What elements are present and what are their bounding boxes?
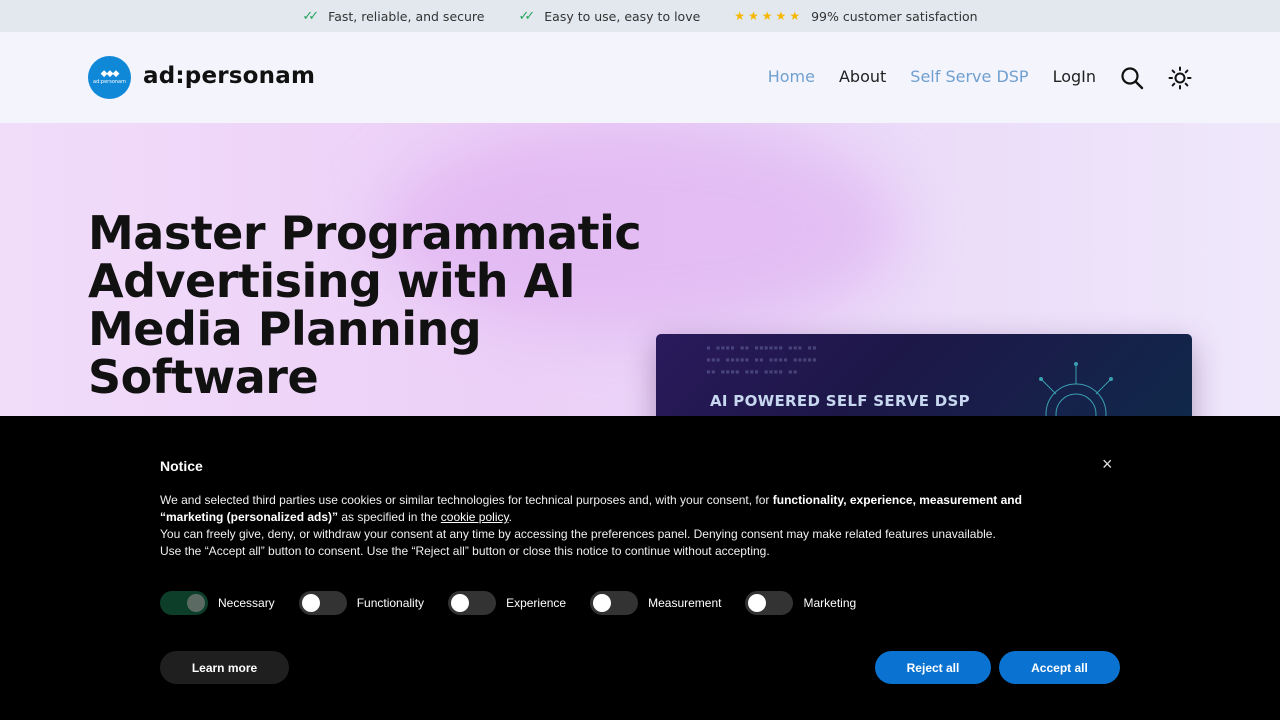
main-nav: Home About Self Serve DSP LogIn xyxy=(768,67,1096,86)
toggle-experience: Experience xyxy=(448,591,566,615)
toggle-switch-experience[interactable] xyxy=(448,591,497,615)
toggle-knob xyxy=(187,594,205,612)
logo-mark-icon: ◆◆◆ xyxy=(100,68,120,79)
toggle-knob xyxy=(451,594,470,612)
toggle-knob xyxy=(301,594,320,612)
learn-more-button[interactable]: Learn more xyxy=(160,651,289,684)
card-code-pattern: ▪ ▪▪▪▪ ▪▪ ▪▪▪▪▪▪ ▪▪▪ ▪▪ ▪▪▪ ▪▪▪▪▪ ▪▪ ▪▪▪▪… xyxy=(706,343,817,376)
benefit-text: 99% customer satisfaction xyxy=(811,8,978,24)
notice-text: . xyxy=(508,510,512,524)
hero-heading: Master Programmatic Advertising with AI … xyxy=(88,206,642,404)
sun-icon[interactable] xyxy=(1167,65,1193,91)
notice-text: as specified in the xyxy=(338,510,441,524)
network-graphic-icon xyxy=(1039,362,1113,416)
search-icon[interactable] xyxy=(1119,65,1145,91)
toggle-knob xyxy=(748,594,767,612)
consent-toggles: Necessary Functionality Experience Measu… xyxy=(160,591,880,615)
nav-login[interactable]: LogIn xyxy=(1053,67,1096,86)
five-stars-icon: ★★★★★ xyxy=(734,9,804,23)
toggle-measurement: Measurement xyxy=(590,591,721,615)
top-benefits-bar: ✓✓ Fast, reliable, and secure ✓✓ Easy to… xyxy=(0,0,1280,32)
benefit-text: Fast, reliable, and secure xyxy=(328,8,485,24)
notice-title: Notice xyxy=(160,458,203,474)
nav-about[interactable]: About xyxy=(839,67,886,86)
logo-text: ad:personam xyxy=(93,78,126,85)
notice-body: We and selected third parties use cookie… xyxy=(160,492,1040,560)
toggle-knob xyxy=(593,594,612,612)
hero-section: Master Programmatic Advertising with AI … xyxy=(0,123,1280,416)
brand-name[interactable]: ad:personam xyxy=(143,63,315,89)
toggle-label: Marketing xyxy=(803,596,857,610)
double-check-icon: ✓✓ xyxy=(518,8,535,24)
toggle-switch-measurement[interactable] xyxy=(590,591,639,615)
hero-image-card: ▪ ▪▪▪▪ ▪▪ ▪▪▪▪▪▪ ▪▪▪ ▪▪ ▪▪▪ ▪▪▪▪▪ ▪▪ ▪▪▪▪… xyxy=(656,334,1192,416)
double-check-icon: ✓✓ xyxy=(302,8,319,24)
card-title: AI POWERED SELF SERVE DSP xyxy=(710,392,970,410)
reject-all-button[interactable]: Reject all xyxy=(875,651,991,684)
toggle-label: Functionality xyxy=(356,596,425,610)
toggle-switch-functionality[interactable] xyxy=(298,591,347,615)
accept-all-button[interactable]: Accept all xyxy=(999,651,1120,684)
toggle-switch-marketing[interactable] xyxy=(745,591,794,615)
toggle-marketing: Marketing xyxy=(745,591,856,615)
notice-line: You can freely give, deny, or withdraw y… xyxy=(160,527,996,541)
toggle-label: Measurement xyxy=(648,596,722,610)
toggle-necessary: Necessary xyxy=(160,591,275,615)
site-header: ◆◆◆ ad:personam ad:personam Home About S… xyxy=(0,32,1280,123)
benefit-item: ★★★★★ 99% customer satisfaction xyxy=(734,9,977,24)
toggle-switch-necessary[interactable] xyxy=(160,591,208,615)
toggle-label: Experience xyxy=(506,596,567,610)
notice-text: We and selected third parties use cookie… xyxy=(160,493,773,507)
notice-line: Use the “Accept all” button to consent. … xyxy=(160,544,770,558)
nav-home[interactable]: Home xyxy=(768,67,815,86)
cookie-notice: Notice × We and selected third parties u… xyxy=(0,416,1280,720)
toggle-functionality: Functionality xyxy=(298,591,425,615)
nav-self-serve-dsp[interactable]: Self Serve DSP xyxy=(910,67,1028,86)
close-icon[interactable]: × xyxy=(1102,454,1113,475)
benefit-item: ✓✓ Fast, reliable, and secure xyxy=(302,9,484,24)
cookie-policy-link[interactable]: cookie policy xyxy=(441,510,509,524)
logo[interactable]: ◆◆◆ ad:personam xyxy=(88,56,131,99)
toggle-label: Necessary xyxy=(218,596,275,610)
benefit-item: ✓✓ Easy to use, easy to love xyxy=(518,9,700,24)
benefit-text: Easy to use, easy to love xyxy=(544,8,701,24)
